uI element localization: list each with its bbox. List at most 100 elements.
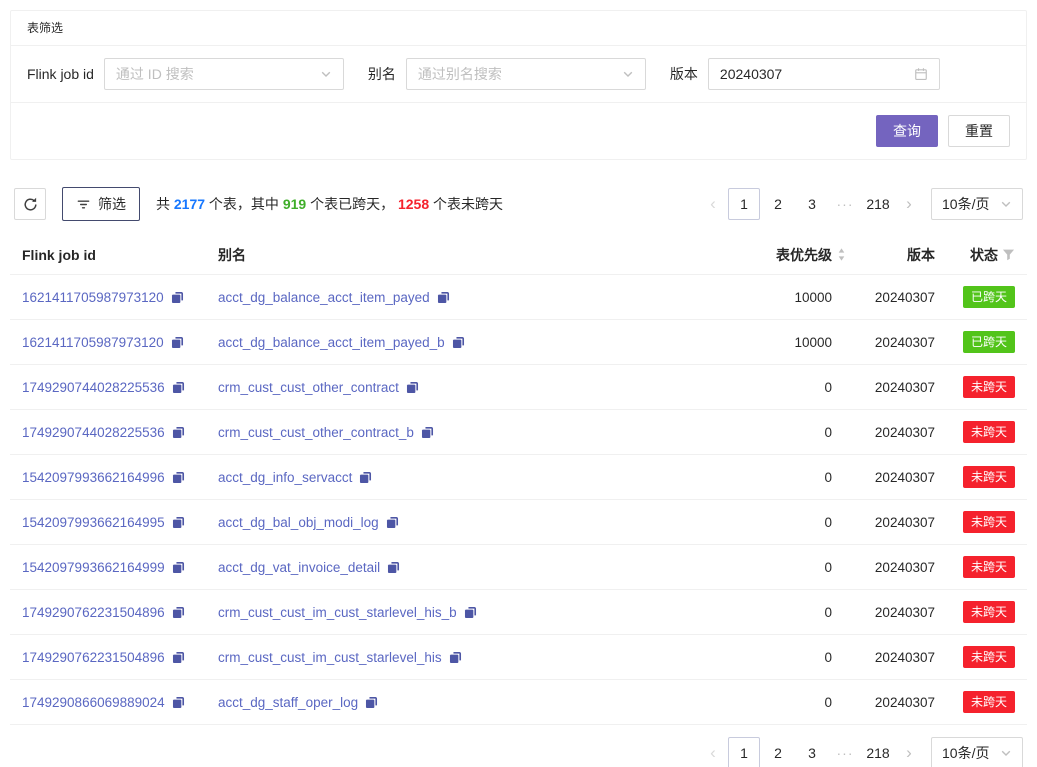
page-button-2[interactable]: 2 [762,737,794,767]
prev-page-button[interactable]: ‹ [699,188,727,220]
flink-job-id-link[interactable]: 1749290744028225536 [22,425,165,440]
flink-job-id-link[interactable]: 1542097993662164996 [22,470,165,485]
flink-job-id-link[interactable]: 1749290762231504896 [22,605,165,620]
page-button-1[interactable]: 1 [728,737,760,767]
alias-link[interactable]: crm_cust_cust_other_contract_b [218,425,414,440]
toolbar: 筛选 共 2177 个表，其中 919 个表已跨天， 1258 个表未跨天 ‹ … [10,186,1027,222]
page: 表筛选 Flink job id 通过 ID 搜索 别名 通过别名搜索 版本 [0,0,1037,767]
calendar-icon [914,67,928,81]
refresh-button[interactable] [14,188,46,220]
next-page-button[interactable]: › [895,188,923,220]
copy-icon[interactable] [452,336,465,349]
copy-icon[interactable] [437,291,450,304]
version-value: 20240307 [847,650,935,665]
table-row: 1542097993662164995 acct_dg_bal_obj_modi… [10,500,1027,545]
flink-job-id-link[interactable]: 1542097993662164999 [22,560,165,575]
alias-link[interactable]: acct_dg_info_servacct [218,470,352,485]
flink-job-id-link[interactable]: 1749290762231504896 [22,650,165,665]
copy-icon[interactable] [172,651,185,664]
column-header-status-label: 状态 [970,245,998,265]
page-button-2[interactable]: 2 [762,188,794,220]
flink-job-id-link[interactable]: 1542097993662164995 [22,515,165,530]
page-button-3[interactable]: 3 [796,737,828,767]
priority-value: 0 [697,605,847,620]
version-value: 20240307 [847,695,935,710]
flink-job-id-placeholder: 通过 ID 搜索 [116,64,194,84]
copy-icon[interactable] [421,426,434,439]
alias-link[interactable]: crm_cust_cust_im_cust_starlevel_his [218,650,442,665]
copy-icon[interactable] [359,471,372,484]
alias-link[interactable]: crm_cust_cust_other_contract [218,380,399,395]
summary-total-count: 2177 [174,196,205,212]
copy-icon[interactable] [172,696,185,709]
copy-icon[interactable] [172,561,185,574]
version-label: 版本 [670,64,698,84]
flink-job-id-link[interactable]: 1621411705987973120 [22,335,164,350]
summary-segment-not-crossed: 个表未跨天 [429,196,503,212]
version-value: 20240307 [847,515,935,530]
copy-icon[interactable] [406,381,419,394]
copy-icon[interactable] [464,606,477,619]
page-button-1[interactable]: 1 [728,188,760,220]
copy-icon[interactable] [365,696,378,709]
next-page-button[interactable]: › [895,737,923,767]
copy-icon[interactable] [171,336,184,349]
copy-icon[interactable] [172,516,185,529]
flink-job-id-link[interactable]: 1749290744028225536 [22,380,165,395]
copy-icon[interactable] [172,426,185,439]
filter-toggle-label: 筛选 [98,194,126,214]
prev-page-button[interactable]: ‹ [699,737,727,767]
flink-job-id-link[interactable]: 1749290866069889024 [22,695,165,710]
copy-icon[interactable] [172,606,185,619]
summary-prefix: 共 [156,196,174,212]
chevron-down-icon [320,68,332,80]
alias-link[interactable]: acct_dg_balance_acct_item_payed_b [218,335,445,350]
refresh-icon [23,197,38,212]
chevron-down-icon [1000,198,1012,210]
copy-icon[interactable] [386,516,399,529]
field-alias: 别名 通过别名搜索 [368,58,646,90]
summary-segment-tables: 个表，其中 [205,196,283,212]
status-badge: 未跨天 [963,601,1015,623]
field-version: 版本 20240307 [670,58,940,90]
filter-funnel-icon[interactable] [1002,248,1015,261]
alias-link[interactable]: acct_dg_vat_invoice_detail [218,560,380,575]
status-badge: 已跨天 [963,331,1015,353]
alias-link[interactable]: acct_dg_bal_obj_modi_log [218,515,379,530]
table-row: 1542097993662164996 acct_dg_info_servacc… [10,455,1027,500]
copy-icon[interactable] [387,561,400,574]
pagination-bottom: ‹ 1 2 3 ··· 218 › 10条/页 [699,737,1023,767]
alias-link[interactable]: acct_dg_staff_oper_log [218,695,358,710]
copy-icon[interactable] [449,651,462,664]
copy-icon[interactable] [172,471,185,484]
alias-select[interactable]: 通过别名搜索 [406,58,646,90]
priority-value: 0 [697,425,847,440]
page-size-select[interactable]: 10条/页 [931,737,1023,767]
query-button[interactable]: 查询 [876,115,938,147]
column-header-priority-label: 表优先级 [776,245,832,265]
version-date-input[interactable]: 20240307 [708,58,940,90]
reset-button[interactable]: 重置 [948,115,1010,147]
alias-link[interactable]: acct_dg_balance_acct_item_payed [218,290,430,305]
sort-icon[interactable] [836,247,847,262]
column-header-flink-job-id: Flink job id [22,247,218,263]
page-ellipsis[interactable]: ··· [829,737,861,767]
flink-job-id-link[interactable]: 1621411705987973120 [22,290,164,305]
status-badge: 未跨天 [963,511,1015,533]
copy-icon[interactable] [172,381,185,394]
copy-icon[interactable] [171,291,184,304]
status-badge: 未跨天 [963,466,1015,488]
page-button-218[interactable]: 218 [862,737,894,767]
page-button-218[interactable]: 218 [862,188,894,220]
page-size-select[interactable]: 10条/页 [931,188,1023,220]
priority-value: 0 [697,695,847,710]
column-header-version: 版本 [847,245,935,265]
chevron-down-icon [622,68,634,80]
filter-toggle-button[interactable]: 筛选 [62,187,140,221]
page-button-3[interactable]: 3 [796,188,828,220]
flink-job-id-select[interactable]: 通过 ID 搜索 [104,58,344,90]
page-ellipsis[interactable]: ··· [829,188,861,220]
alias-link[interactable]: crm_cust_cust_im_cust_starlevel_his_b [218,605,457,620]
filter-actions-row: 查询 重置 [11,102,1026,159]
table-row: 1749290762231504896 crm_cust_cust_im_cus… [10,590,1027,635]
